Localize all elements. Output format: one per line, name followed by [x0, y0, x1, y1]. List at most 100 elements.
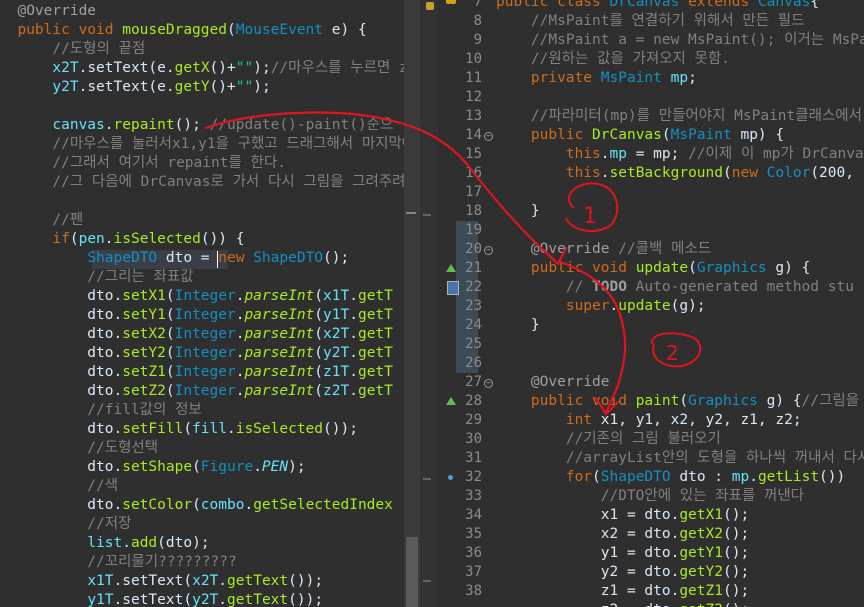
code-token: //원하는 값을 가져오지 못함.: [496, 51, 731, 67]
line-number: 17: [465, 184, 482, 200]
code-token: ();: [722, 526, 750, 542]
code-token: z1 = dto.: [496, 583, 680, 599]
code-line[interactable]: x1 = dto.getX1();: [496, 506, 749, 525]
code-line[interactable]: dto.setColor(combo.getSelectedIndex: [0, 496, 393, 515]
code-line[interactable]: //원하는 값을 가져오지 못함.: [496, 50, 730, 69]
code-line[interactable]: dto.setX2(Integer.parseInt(x2T.getT: [0, 325, 393, 344]
code-line[interactable]: private MsPaint mp;: [496, 69, 697, 88]
scrollbar-thumb[interactable]: [406, 537, 418, 607]
code-token: ();: [722, 545, 750, 561]
code-token: Canvas: [757, 0, 811, 10]
code-line[interactable]: z1 = dto.getZ1();: [496, 582, 749, 601]
code-line[interactable]: //저장: [0, 515, 131, 534]
code-line[interactable]: dto.setX1(Integer.parseInt(x1T.getT: [0, 287, 393, 306]
fold-toggle-icon[interactable]: −: [484, 379, 493, 388]
line-number: 19: [465, 222, 482, 238]
code-line[interactable]: @Override //콜백 메소드: [496, 240, 711, 259]
code-line[interactable]: //파라미터(mp)를 만들어야지 MsPaint클래스에서 정: [496, 107, 864, 126]
code-line[interactable]: x1T.setText(x2T.getText());: [0, 572, 323, 591]
code-token: getT: [357, 307, 393, 323]
code-line[interactable]: @Override: [0, 2, 96, 21]
code-line[interactable]: // TODO Auto-generated method stu: [496, 278, 854, 297]
code-line[interactable]: //DTO안에 있는 좌표를 꺼낸다: [496, 487, 804, 506]
code-token: ();: [722, 583, 750, 599]
code-line[interactable]: y1 = dto.getY1();: [496, 544, 749, 563]
code-line[interactable]: public void paint(Graphics g) {//그림을: [496, 392, 859, 411]
code-line[interactable]: public void mouseDragged(MouseEvent e) {: [0, 21, 366, 40]
code-line[interactable]: y2 = dto.getY2();: [496, 563, 749, 582]
code-token: ;: [688, 70, 697, 86]
code-line[interactable]: canvas.repaint(); //update()-paint()순으: [0, 116, 393, 135]
code-line[interactable]: y2T.setText(e.getY()+"");: [0, 78, 270, 97]
code-line[interactable]: }: [496, 202, 540, 221]
override-marker-icon[interactable]: [446, 264, 456, 272]
code-line[interactable]: super.update(g);: [496, 297, 706, 316]
code-token: x1, y1, x2, y2, z1, z2;: [592, 412, 802, 428]
code-line[interactable]: //그리는 좌표값: [0, 268, 193, 287]
code-token: setZ2: [122, 383, 166, 399]
code-line[interactable]: dto.setZ2(Integer.parseInt(z2T.getT: [0, 382, 393, 401]
task-marker-icon[interactable]: [447, 281, 459, 295]
code-line[interactable]: //펜: [0, 211, 83, 230]
code-line[interactable]: @Override: [496, 373, 610, 392]
code-token: super: [565, 298, 610, 314]
code-line[interactable]: //꼬리물기?????????: [0, 553, 236, 572]
code-line[interactable]: ShapeDTO dto = new ShapeDTO();: [0, 249, 349, 268]
code-token: parseInt: [244, 326, 315, 342]
code-token: z2T: [323, 383, 350, 399]
code-line[interactable]: z2 = dto.getZ2();: [496, 601, 749, 607]
code-line[interactable]: dto.setY2(Integer.parseInt(y2T.getT: [0, 344, 393, 363]
code-token: Auto-generated method stu: [626, 279, 854, 295]
code-line[interactable]: y1T.setText(y2T.getText());: [0, 591, 323, 607]
code-token: //DTO안에 있는 좌표를 꺼낸다: [496, 488, 804, 504]
code-line[interactable]: x2 = dto.getX2();: [496, 525, 749, 544]
code-line[interactable]: this.mp = mp; //이제 이 mp가 DrCanva: [496, 145, 864, 164]
code-token: (: [592, 469, 601, 485]
code-line[interactable]: //기존의 그림 불러오기: [496, 430, 721, 449]
code-line[interactable]: //색: [0, 477, 118, 496]
code-line[interactable]: for(ShapeDTO dto : mp.getList()): [496, 468, 845, 487]
code-token: add: [130, 535, 158, 551]
code-line[interactable]: int x1, y1, x2, y2, z1, z2;: [496, 411, 802, 430]
code-line[interactable]: x2T.setText(e.getX()+"");//마우스를 누르면 z: [0, 59, 404, 78]
code-line[interactable]: //마우스를 눌러서x1,y1을 구했고 드래그해서 마지막에: [0, 135, 404, 154]
code-line[interactable]: dto.setFill(fill.isSelected());: [0, 420, 358, 439]
code-token: .: [226, 421, 236, 437]
code-line[interactable]: //그 다음에 DrCanvas로 가서 다시 그림을 그려주려간: [0, 173, 404, 192]
right-editor[interactable]: public class DrCanvas extends Canvas{ //…: [496, 0, 864, 607]
editor-split-divider[interactable]: [420, 0, 438, 607]
fold-toggle-icon[interactable]: −: [484, 246, 493, 255]
code-line[interactable]: public class DrCanvas extends Canvas{: [496, 0, 819, 12]
code-line[interactable]: //fill값의 정보: [0, 401, 201, 420]
code-line[interactable]: //도형선택: [0, 439, 158, 458]
code-token: DrCanvas: [609, 0, 680, 10]
code-line[interactable]: //그래서 여기서 repaint를 한다.: [0, 154, 286, 173]
code-line[interactable]: public void update(Graphics g) {: [496, 259, 810, 278]
code-line[interactable]: list.add(dto);: [0, 534, 209, 553]
code-token: .: [600, 165, 610, 181]
code-token: getText: [227, 592, 289, 607]
override-marker-icon[interactable]: [446, 397, 456, 405]
code-token: ());: [288, 592, 324, 607]
code-line[interactable]: //도형의 끝점: [0, 40, 145, 59]
code-token: parseInt: [244, 288, 315, 304]
code-token: dto =: [157, 250, 219, 266]
left-editor[interactable]: @Override public void mouseDragged(Mouse…: [0, 0, 404, 607]
code-line[interactable]: dto.setZ1(Integer.parseInt(z1T.getT: [0, 363, 393, 382]
code-line[interactable]: public DrCanvas(MsPaint mp) {: [496, 126, 784, 145]
code-token: (: [165, 288, 175, 304]
code-line[interactable]: dto.setShape(Figure.PEN);: [0, 458, 305, 477]
code-token: "": [235, 79, 254, 95]
left-editor-scrollbar[interactable]: [404, 0, 420, 607]
code-line[interactable]: }: [496, 316, 540, 335]
code-line[interactable]: //arrayList안의 도형을 하나씩 꺼내서 다시: [496, 449, 864, 468]
code-line[interactable]: this.setBackground(new Color(200,: [496, 164, 854, 183]
code-line[interactable]: //MsPaint a = new MsPaint(); 이거는 MsPa: [496, 31, 864, 50]
fold-toggle-icon[interactable]: −: [484, 132, 493, 141]
code-line[interactable]: dto.setY1(Integer.parseInt(y1T.getT: [0, 306, 393, 325]
code-line[interactable]: //MsPaint를 연결하기 위해서 만든 필드: [496, 12, 805, 31]
code-line[interactable]: if(pen.isSelected()) {: [0, 230, 244, 249]
